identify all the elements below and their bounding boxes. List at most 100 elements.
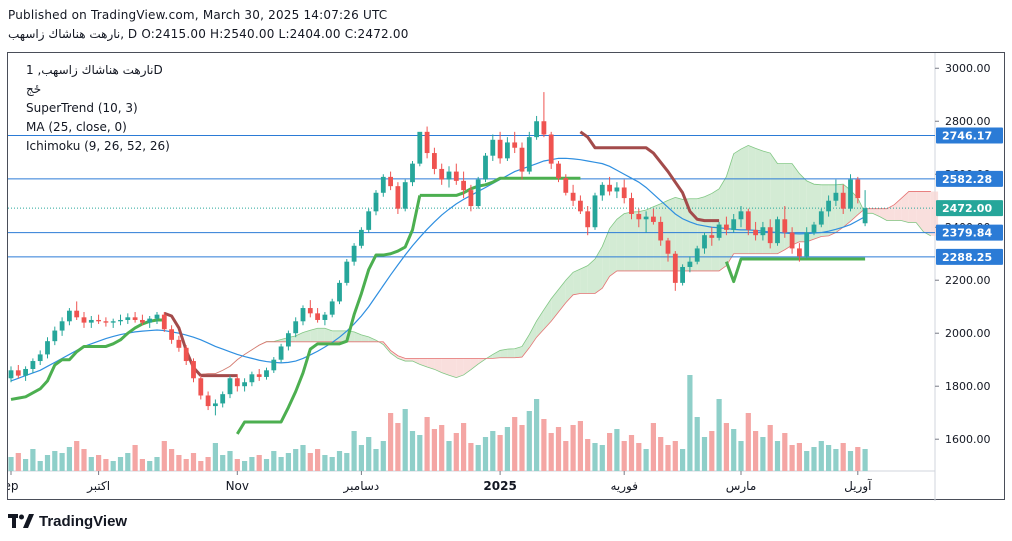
volume-bar	[431, 429, 437, 471]
volume-bar	[709, 431, 715, 471]
volume-bar	[446, 441, 452, 471]
candle	[81, 312, 87, 328]
volume-bar	[44, 455, 51, 471]
candle	[322, 312, 328, 326]
candle-body	[665, 240, 671, 254]
candle-body	[359, 229, 364, 246]
x-tick-label: 2025	[483, 479, 516, 493]
candle-body	[724, 224, 729, 230]
candle-body	[505, 142, 510, 159]
volume-bar	[497, 435, 503, 471]
candle	[88, 315, 94, 328]
candle-body	[541, 121, 547, 135]
candle-body	[468, 190, 474, 207]
candle	[475, 176, 481, 209]
legend-ma[interactable]: MA (25, close, 0)	[26, 120, 127, 134]
volume-bar	[519, 425, 525, 471]
candle	[344, 259, 350, 286]
candle-body	[366, 211, 372, 230]
volume-bar	[329, 457, 335, 471]
candle	[541, 92, 547, 138]
volume-bar	[96, 455, 102, 471]
y-tick-label: 1800.00	[945, 380, 991, 393]
volume-bar	[745, 413, 751, 471]
candle	[45, 337, 50, 359]
chart-frame[interactable]: 1600.001800.002000.002200.002400.002600.…	[7, 52, 1006, 501]
volume-bar	[672, 441, 678, 471]
ichimoku-cloud-segment	[522, 334, 530, 358]
candle	[205, 391, 211, 411]
candle	[526, 131, 532, 175]
candle-body	[745, 211, 751, 230]
volume-bar	[402, 409, 408, 471]
candle	[329, 298, 335, 318]
candle	[96, 314, 101, 324]
candle	[432, 147, 437, 175]
candle	[67, 308, 72, 326]
volume-bar	[526, 411, 532, 471]
volume-bar	[811, 447, 817, 471]
candle-body	[862, 208, 868, 224]
candle-body	[337, 282, 342, 302]
candle-body	[191, 361, 196, 379]
candle-body	[410, 163, 415, 183]
volume-bar	[826, 445, 832, 471]
candle-body	[227, 378, 233, 395]
last-price-tag-label: 2472.00	[942, 202, 992, 215]
volume-bar	[190, 453, 197, 471]
volume-bar	[300, 445, 306, 471]
candle-body	[826, 200, 831, 212]
candle-body	[37, 354, 43, 362]
candle-body	[329, 301, 335, 315]
volume-bar	[555, 427, 562, 471]
volume-bar	[81, 449, 87, 471]
legend-ichimoku[interactable]: Ichimoku (9, 26, 52, 26)	[26, 139, 170, 153]
candle-body	[461, 180, 466, 191]
candle-body	[636, 213, 642, 220]
candle-body	[731, 219, 737, 230]
ichimoku-cloud-segment	[580, 265, 588, 294]
volume-bar	[796, 443, 802, 471]
volume-bar	[169, 449, 175, 471]
volume-bar	[753, 431, 759, 471]
candle	[614, 182, 620, 199]
candle	[359, 227, 364, 249]
level-price-tag-label: 2379.84	[942, 227, 992, 240]
volume-bar	[570, 425, 576, 471]
candle	[30, 358, 36, 373]
volume-bar	[88, 457, 94, 471]
candle	[599, 182, 605, 201]
price-chart[interactable]: 1600.001800.002000.002200.002400.002600.…	[8, 53, 1006, 501]
candle-body	[804, 232, 810, 257]
candle-body	[88, 319, 94, 323]
ichimoku-cloud-segment	[631, 211, 639, 271]
volume-bar	[198, 461, 204, 471]
volume-bar	[139, 459, 145, 471]
volume-bar	[650, 423, 656, 471]
ichimoku-cloud-segment	[901, 191, 909, 223]
candle	[23, 366, 28, 381]
candle-body	[388, 176, 393, 187]
candle-body	[767, 227, 773, 244]
candle-body	[526, 137, 532, 172]
volume-bar	[658, 437, 664, 471]
ohlc-summary: نارهت هناشاك زاسهب, D O:2415.00 H:2540.0…	[8, 27, 409, 41]
candle-body	[15, 370, 21, 376]
ichimoku-cloud-segment	[492, 350, 501, 359]
ichimoku-cloud-segment	[573, 268, 581, 295]
volume-bar	[8, 457, 14, 471]
candle	[351, 243, 357, 266]
volume-bar	[388, 413, 394, 471]
candle	[220, 391, 226, 408]
volume-bar	[680, 449, 686, 471]
ichimoku-cloud-segment	[565, 272, 574, 303]
tradingview-logo[interactable]: TradingView	[8, 511, 127, 531]
volume-bar	[665, 445, 671, 471]
volume-bar	[504, 427, 510, 471]
volume-bar	[351, 431, 357, 471]
volume-bar	[738, 441, 744, 471]
legend-supertrend[interactable]: SuperTrend (10, 3)	[26, 101, 138, 115]
candle-body	[380, 176, 386, 193]
volume-bar	[585, 439, 591, 471]
volume-bar	[490, 431, 496, 471]
